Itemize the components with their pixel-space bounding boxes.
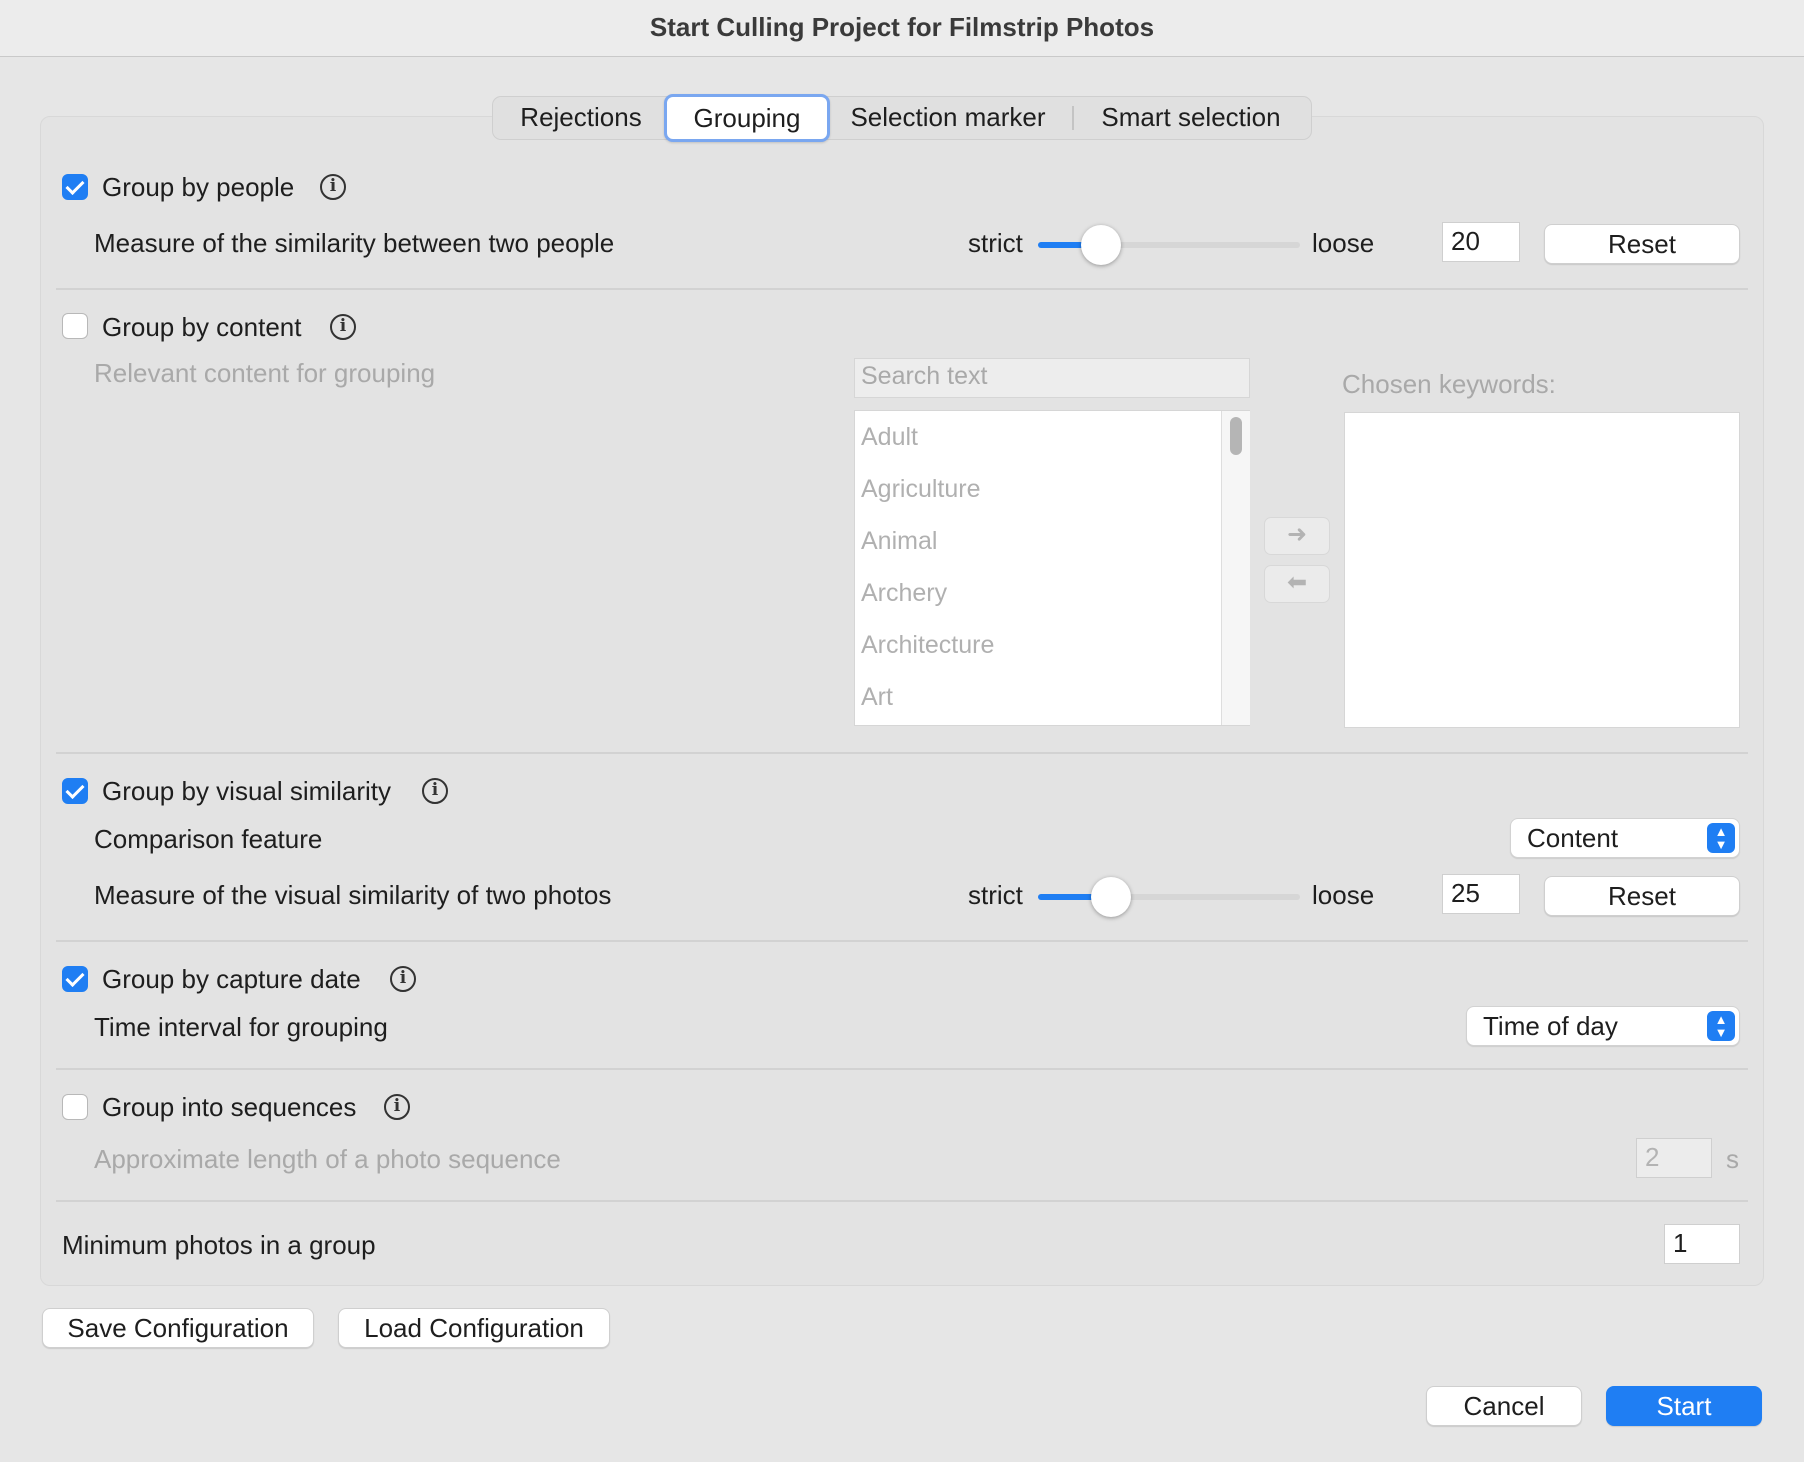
save-configuration-button[interactable]: Save Configuration [42, 1308, 314, 1348]
section-divider [56, 1068, 1748, 1070]
section-divider [56, 288, 1748, 290]
visual-reset-button[interactable]: Reset [1544, 876, 1740, 916]
info-icon[interactable]: i [320, 174, 346, 200]
group-by-people-checkbox[interactable] [62, 174, 88, 200]
keyword-scrollbar[interactable] [1221, 411, 1250, 725]
sequence-length-value[interactable]: 2 [1636, 1138, 1712, 1178]
list-item[interactable]: Architecture [855, 619, 1221, 671]
comparison-feature-value: Content [1527, 823, 1619, 853]
list-item[interactable]: Agriculture [855, 463, 1221, 515]
keyword-list-items: Adult Agriculture Animal Archery Archite… [855, 411, 1221, 723]
strict-label: strict [968, 880, 1023, 910]
scrollbar-thumb[interactable] [1230, 417, 1242, 455]
group-by-capture-date-label: Group by capture date [102, 964, 361, 994]
list-item[interactable]: Adult [855, 411, 1221, 463]
group-by-people-label: Group by people [102, 172, 295, 202]
visual-similarity-value[interactable]: 25 [1442, 874, 1520, 914]
info-icon[interactable]: i [390, 966, 416, 992]
tab-grouping[interactable]: Grouping [664, 94, 830, 142]
list-item[interactable]: Animal [855, 515, 1221, 567]
people-reset-button[interactable]: Reset [1544, 224, 1740, 264]
tab-divider [1072, 106, 1074, 130]
chevron-updown-icon: ▲ ▼ [1707, 1011, 1735, 1041]
section-divider [56, 752, 1748, 754]
tab-selection-marker[interactable]: Selection marker [830, 99, 1066, 135]
group-into-sequences-checkbox[interactable] [62, 1094, 88, 1120]
tab-rejections[interactable]: Rejections [500, 99, 662, 135]
window-title: Start Culling Project for Filmstrip Phot… [649, 12, 1155, 42]
group-by-content-checkbox[interactable] [62, 313, 88, 339]
group-by-content-label: Group by content [102, 312, 302, 342]
section-divider [56, 1200, 1748, 1202]
keyword-list[interactable]: Adult Agriculture Animal Archery Archite… [854, 410, 1250, 726]
people-similarity-value[interactable]: 20 [1442, 222, 1520, 262]
section-divider [56, 940, 1748, 942]
list-item[interactable]: Archery [855, 567, 1221, 619]
comparison-feature-select[interactable]: Content ▲ ▼ [1510, 818, 1740, 858]
search-placeholder: Search text [861, 362, 988, 390]
group-by-capture-date-checkbox[interactable] [62, 966, 88, 992]
time-interval-select[interactable]: Time of day ▲ ▼ [1466, 1006, 1740, 1046]
visual-similarity-label: Measure of the visual similarity of two … [94, 880, 612, 910]
info-icon[interactable]: i [330, 314, 356, 340]
chosen-keywords-list[interactable] [1344, 412, 1740, 728]
start-button[interactable]: Start [1606, 1386, 1762, 1426]
group-by-visual-label: Group by visual similarity [102, 776, 391, 806]
seconds-unit: s [1726, 1144, 1739, 1174]
sequence-length-label: Approximate length of a photo sequence [94, 1144, 561, 1174]
group-into-sequences-label: Group into sequences [102, 1092, 357, 1122]
strict-label: strict [968, 228, 1023, 258]
add-keyword-arrow-icon[interactable]: ➜ [1264, 517, 1330, 555]
info-icon[interactable]: i [422, 778, 448, 804]
comparison-feature-label: Comparison feature [94, 824, 323, 854]
time-interval-value: Time of day [1483, 1011, 1618, 1041]
cancel-button[interactable]: Cancel [1426, 1386, 1582, 1426]
time-interval-label: Time interval for grouping [94, 1012, 388, 1042]
minimum-photos-label: Minimum photos in a group [62, 1230, 376, 1260]
info-icon[interactable]: i [384, 1094, 410, 1120]
loose-label: loose [1312, 880, 1375, 910]
group-by-visual-checkbox[interactable] [62, 778, 88, 804]
chevron-updown-icon: ▲ ▼ [1707, 823, 1735, 853]
relevant-content-label: Relevant content for grouping [94, 358, 436, 388]
minimum-photos-value[interactable]: 1 [1664, 1224, 1740, 1264]
list-item[interactable]: Art [855, 671, 1221, 723]
people-similarity-label: Measure of the similarity between two pe… [94, 228, 615, 258]
keyword-search-field[interactable]: Search text [854, 358, 1250, 398]
tab-smart-selection[interactable]: Smart selection [1080, 99, 1302, 135]
chosen-keywords-label: Chosen keywords: [1342, 369, 1556, 399]
loose-label: loose [1312, 228, 1375, 258]
load-configuration-button[interactable]: Load Configuration [338, 1308, 610, 1348]
people-slider-knob[interactable] [1080, 225, 1121, 265]
remove-keyword-arrow-icon[interactable]: ⬅ [1264, 565, 1330, 603]
